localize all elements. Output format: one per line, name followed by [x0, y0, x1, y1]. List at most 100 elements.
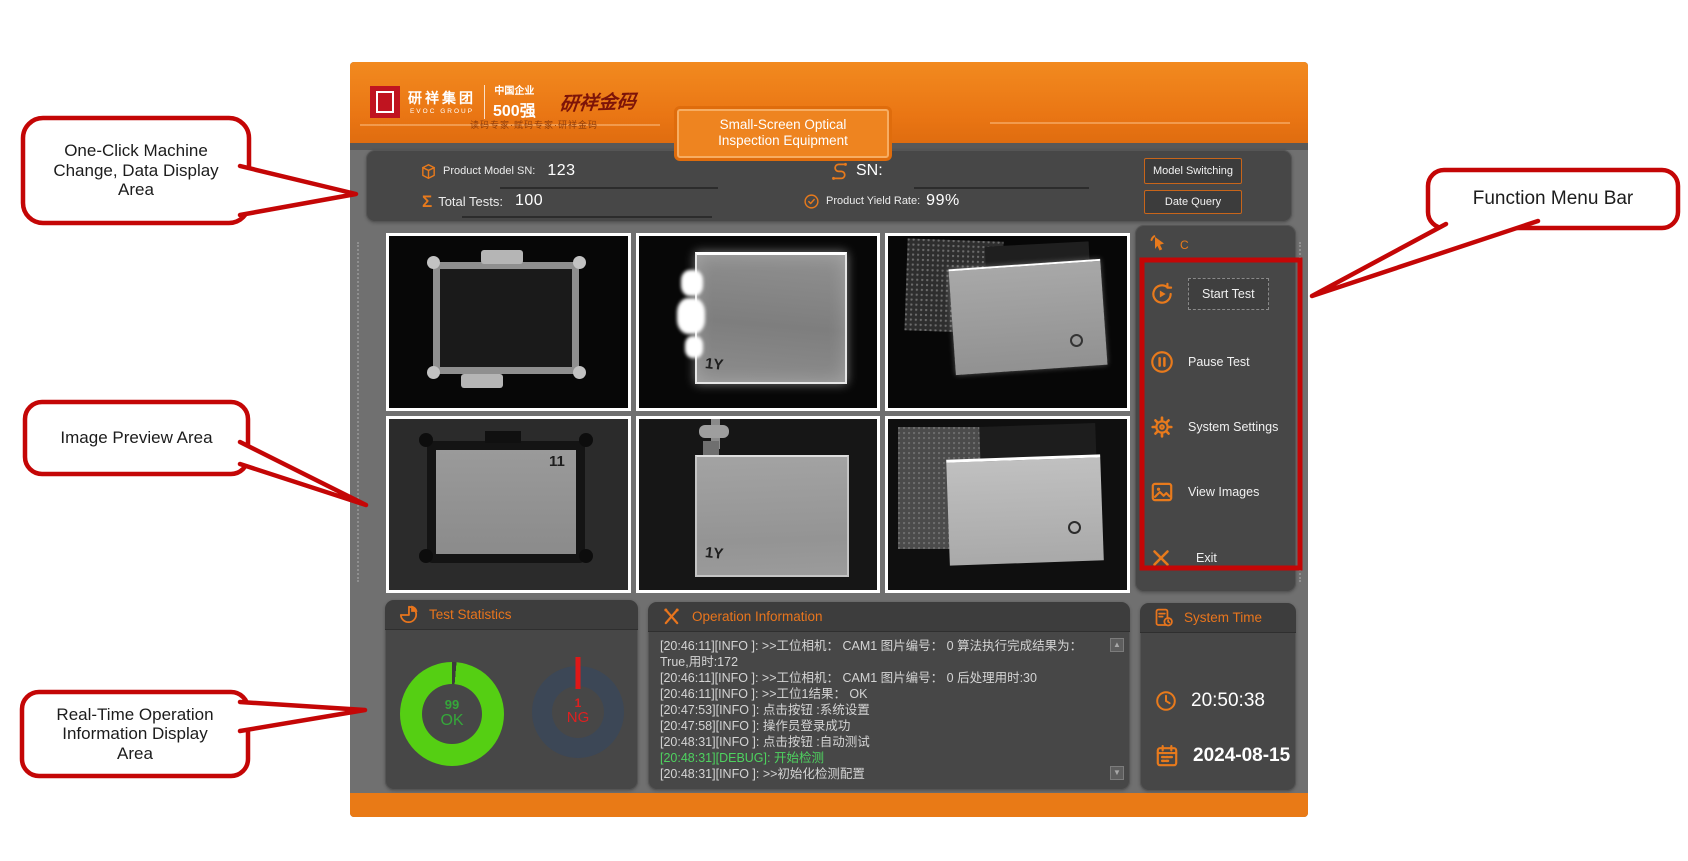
current-date-value: 2024-08-15: [1193, 745, 1290, 767]
total-tests-row: Σ Total Tests: 100: [422, 192, 543, 210]
image-detail: [685, 336, 703, 358]
header-decor-line: [990, 122, 1290, 124]
image-detail: [485, 431, 521, 443]
exit-icon: [1149, 546, 1173, 570]
date-query-button[interactable]: Date Query: [1144, 190, 1242, 214]
data-display-panel: Product Model SN: 123 Σ Total Tests: 100…: [366, 150, 1292, 222]
callout-info-area: Real-Time Operation Information Display …: [22, 692, 248, 776]
image-detail: [427, 366, 440, 379]
callout-text: Information Display: [62, 724, 208, 744]
logo-subtitle: EVOC GROUP: [410, 108, 474, 115]
ng-label: NG: [567, 710, 590, 727]
sn-route-icon: [829, 160, 850, 181]
log-scroll-down-button[interactable]: ▼: [1110, 766, 1124, 780]
handwritten-mark: 11: [549, 453, 565, 470]
stats-panel-title: Test Statistics: [429, 607, 512, 622]
image-detail: [481, 250, 523, 264]
log-line: [20:48:31][DEBUG]: 开始检测: [660, 750, 1104, 766]
stats-panel-header: Test Statistics: [385, 600, 638, 630]
app-title: Small-Screen Optical Inspection Equipmen…: [677, 109, 889, 158]
ng-tick-mark: [576, 657, 581, 689]
image-detail: [947, 454, 1105, 565]
menu-item-label: View Images: [1188, 485, 1259, 499]
callout-text: Area: [118, 180, 154, 200]
function-menu-panel: C Start Test Pause Test System Settings …: [1135, 225, 1296, 592]
callout-tail-image-area: [240, 442, 366, 505]
gear-icon: [1149, 414, 1175, 440]
callout-tail-info-area: [240, 702, 365, 731]
menu-item-pause-test[interactable]: Pause Test: [1135, 345, 1296, 379]
body-decor-line: [357, 242, 359, 582]
menu-item-start-test[interactable]: Start Test: [1135, 277, 1296, 311]
handwritten-mark: 1Y: [704, 544, 724, 563]
ok-label: OK: [440, 712, 463, 730]
yield-label: Product Yield Rate:: [826, 195, 920, 207]
brand-slogan: 读码专家·赋码专家·研祥金码: [470, 118, 598, 131]
image-detail: [579, 433, 593, 447]
log-panel-title: Operation Information: [692, 609, 823, 624]
callout-text: One-Click Machine: [64, 141, 208, 161]
image-detail: [461, 374, 503, 388]
log-line: [20:46:11][INFO ]: >>工位相机： CAM1 图片编号： 0 …: [660, 638, 1104, 670]
menu-item-label: Pause Test: [1188, 355, 1250, 369]
pie-chart-icon: [398, 604, 419, 625]
log-line: [20:47:53][INFO ]: 点击按钮 :系统设置: [660, 702, 1104, 718]
image-detail: [699, 425, 729, 438]
callout-menu-bar: Function Menu Bar: [1428, 170, 1678, 228]
menu-item-view-images[interactable]: View Images: [1135, 475, 1296, 509]
current-date-row: 2024-08-15: [1154, 743, 1290, 769]
callout-tail-menu-bar: [1312, 221, 1538, 296]
menu-item-exit[interactable]: Exit: [1135, 541, 1296, 575]
ok-donut-center: 99 OK: [400, 662, 504, 766]
image-detail: [579, 549, 593, 563]
app-footer-bar: [350, 793, 1308, 817]
menu-header: C: [1147, 233, 1189, 257]
menu-item-system-settings[interactable]: System Settings: [1135, 410, 1296, 444]
menu-item-label: Start Test: [1188, 278, 1269, 310]
app-window: 研祥集团 EVOC GROUP 中国企业 500强 研祥金码 读码专家·赋码专家…: [350, 62, 1308, 817]
calendar-icon: [1154, 743, 1180, 769]
body-decor-line: [1299, 242, 1301, 582]
model-switching-button[interactable]: Model Switching: [1144, 158, 1242, 184]
image-detail: [433, 262, 579, 374]
product-model-value: 123: [547, 162, 575, 180]
view-images-icon: [1149, 479, 1175, 505]
menu-item-label: System Settings: [1188, 420, 1278, 434]
sn-row: SN:: [829, 160, 895, 181]
preview-image-3: [885, 233, 1130, 411]
logo-mark-icon: [370, 86, 400, 118]
preview-image-1: [386, 233, 631, 411]
company-logo: 研祥集团 EVOC GROUP 中国企业 500强 研祥金码: [370, 82, 636, 121]
callout-data-area: One-Click Machine Change, Data Display A…: [23, 118, 249, 223]
sigma-icon: Σ: [422, 193, 432, 210]
current-time-value: 20:50:38: [1191, 690, 1265, 712]
preview-image-6: [885, 416, 1130, 594]
ng-donut-chart: 1 NG: [532, 666, 624, 758]
log-scroll-up-button[interactable]: ▲: [1110, 638, 1124, 652]
callout-text: Real-Time Operation: [56, 705, 213, 725]
image-detail: [681, 270, 703, 296]
system-time-panel: System Time 20:50:38 2024-08-15: [1140, 603, 1296, 791]
sn-label: SN:: [856, 162, 883, 180]
image-detail: [949, 259, 1108, 375]
crossed-tools-icon: [661, 606, 682, 627]
product-model-row: Product Model SN: 123: [420, 162, 576, 180]
product-model-underline: [500, 187, 718, 189]
yield-row: Product Yield Rate: 99%: [803, 192, 960, 210]
total-tests-label: Total Tests:: [438, 194, 503, 209]
logo-rank-top: 中国企业: [494, 82, 534, 97]
package-icon: [420, 163, 437, 180]
logo-rank-block: 中国企业 500强: [493, 82, 536, 121]
handwritten-mark: 1Y: [704, 355, 724, 374]
image-preview-grid: 1Y 11 1Y: [386, 233, 1130, 593]
menu-item-label: Exit: [1196, 551, 1217, 565]
callout-text: Image Preview Area: [60, 428, 212, 448]
logo-divider: [484, 85, 485, 119]
image-detail: [419, 549, 433, 563]
callout-tail-data-area: [240, 166, 356, 215]
preview-image-4: 11: [386, 416, 631, 594]
total-tests-value: 100: [515, 192, 543, 210]
ok-donut-chart: 99 OK: [400, 662, 504, 766]
time-panel-header: System Time: [1140, 603, 1296, 633]
app-title-line1: Small-Screen Optical: [685, 117, 881, 133]
